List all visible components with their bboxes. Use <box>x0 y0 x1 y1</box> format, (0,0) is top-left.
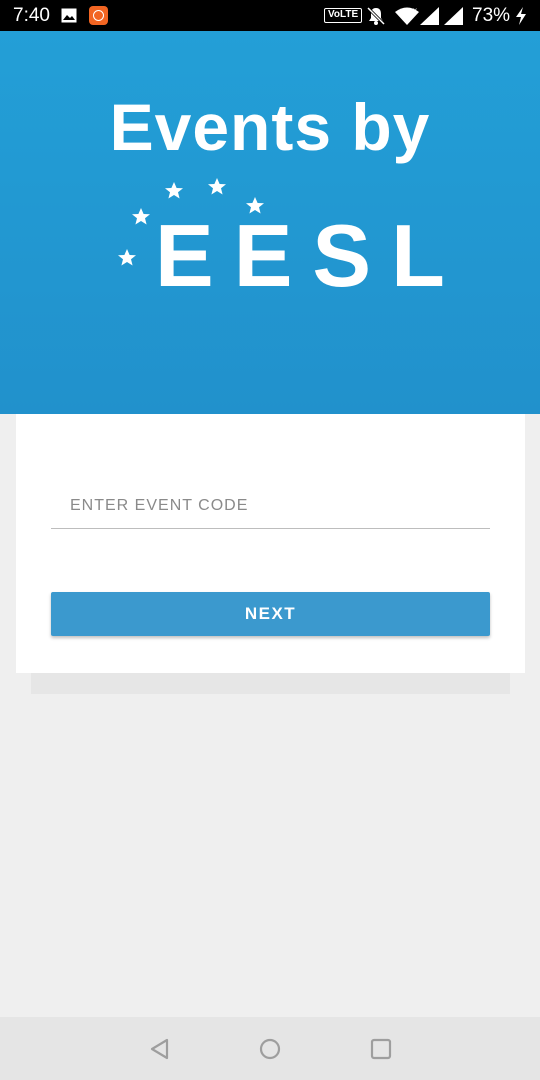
next-button[interactable]: NEXT <box>51 592 490 636</box>
logo-brand: EESL <box>155 206 465 305</box>
wifi-icon: x <box>395 6 419 25</box>
header-banner: Events by EESL <box>0 31 540 414</box>
back-icon[interactable] <box>148 1037 172 1061</box>
app-notification-icon <box>89 6 108 25</box>
event-code-input[interactable] <box>51 483 490 529</box>
status-bar: 7:40 VoLTE x 73% <box>0 0 540 31</box>
logo-title: Events by <box>109 90 431 164</box>
card-shadow <box>31 672 510 694</box>
signal-icon <box>444 7 463 25</box>
status-time: 7:40 <box>13 5 50 26</box>
charging-icon <box>516 7 526 25</box>
signal-icon <box>420 7 439 25</box>
recent-apps-icon[interactable] <box>369 1037 393 1061</box>
event-code-card: NEXT <box>16 414 525 673</box>
home-icon[interactable] <box>258 1037 282 1061</box>
battery-percent: 73% <box>472 5 511 26</box>
bell-off-icon <box>366 6 386 26</box>
navigation-bar <box>0 1017 540 1080</box>
gallery-icon <box>61 8 77 23</box>
volte-icon: VoLTE <box>324 8 363 23</box>
svg-text:x: x <box>413 6 417 15</box>
